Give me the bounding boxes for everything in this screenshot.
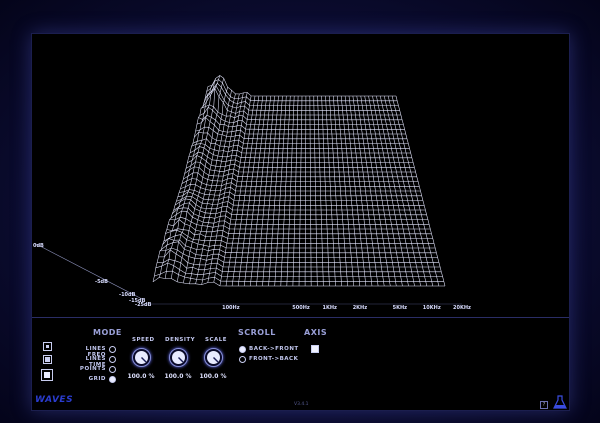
mode-grid-radio[interactable] <box>109 376 116 383</box>
speed-label: SPEED <box>132 337 155 343</box>
grid-row-line <box>207 75 396 97</box>
axis-checkbox[interactable] <box>311 345 319 353</box>
scroll-back-front-radio[interactable] <box>239 346 246 353</box>
size-medium-icon <box>45 357 50 362</box>
axis-title: AXIS <box>304 328 328 337</box>
speed-knob[interactable] <box>132 348 151 367</box>
mode-points-label: POINTS <box>79 366 106 372</box>
scroll-front-back-radio[interactable] <box>239 356 246 363</box>
mode-grid-label: GRID <box>88 376 106 382</box>
size-small-icon <box>46 345 49 348</box>
scale-knob[interactable] <box>204 348 223 367</box>
scroll-back-front-label: BACK->FRONT <box>249 346 299 352</box>
wireframe-grid <box>152 75 446 287</box>
db-tick-label: -25dB <box>135 302 152 308</box>
mode-title: MODE <box>93 328 122 337</box>
freq-tick-label: 1KHz <box>323 305 338 311</box>
freq-tick-label: 10KHz <box>423 305 441 311</box>
density-value: 100.0 % <box>164 373 192 380</box>
density-knob-pointer <box>172 351 185 364</box>
grid-column-line <box>152 86 209 282</box>
db-tick-label: 0dB <box>33 243 44 249</box>
mode-lines-freq-radio[interactable] <box>109 346 116 353</box>
help-button[interactable]: ? <box>540 401 548 409</box>
db-axis-line <box>35 243 143 300</box>
scroll-front-back-label: FRONT->BACK <box>249 356 299 362</box>
grid-column-line <box>177 78 224 282</box>
freq-tick-label: 2KHz <box>353 305 368 311</box>
freq-tick-label: 100Hz <box>222 305 240 311</box>
flask-icon <box>553 395 567 409</box>
size-large-icon <box>44 372 50 378</box>
version-label: V3.4.1 <box>294 402 309 407</box>
size-large-button[interactable] <box>41 369 53 381</box>
freq-tick-label: 20KHz <box>453 305 471 311</box>
mode-lines-time-radio[interactable] <box>109 356 116 363</box>
spectrum-surface: 100Hz 500Hz 1KHz 2KHz 5KHz 10KHz 20KHz 0dB -5dB… <box>33 75 471 311</box>
freq-tick-label: 5KHz <box>393 305 408 311</box>
density-label: DENSITY <box>165 337 196 343</box>
plugin-window: 100Hz 500Hz 1KHz 2KHz 5KHz 10KHz 20KHz 0dB -5dB… <box>31 33 570 411</box>
grid-column-line <box>171 75 221 279</box>
scale-knob-pointer <box>207 351 220 364</box>
control-panel: MODE LINES FREQ LINES TIME POINTS GRID S… <box>32 318 569 410</box>
density-knob[interactable] <box>169 348 188 367</box>
size-small-button[interactable] <box>43 342 52 351</box>
mode-points-radio[interactable] <box>109 366 116 373</box>
db-tick-label: -5dB <box>95 279 108 285</box>
scale-value: 100.0 % <box>199 373 227 380</box>
freq-tick-label: 500Hz <box>292 305 310 311</box>
spectrum-display: 100Hz 500Hz 1KHz 2KHz 5KHz 10KHz 20KHz 0dB -5dB… <box>32 34 569 316</box>
scroll-title: SCROLL <box>238 328 276 337</box>
size-medium-button[interactable] <box>43 355 52 364</box>
scale-label: SCALE <box>205 337 228 343</box>
waves-logo: WAVES <box>35 395 74 405</box>
speed-knob-pointer <box>135 351 148 364</box>
speed-value: 100.0 % <box>127 373 155 380</box>
